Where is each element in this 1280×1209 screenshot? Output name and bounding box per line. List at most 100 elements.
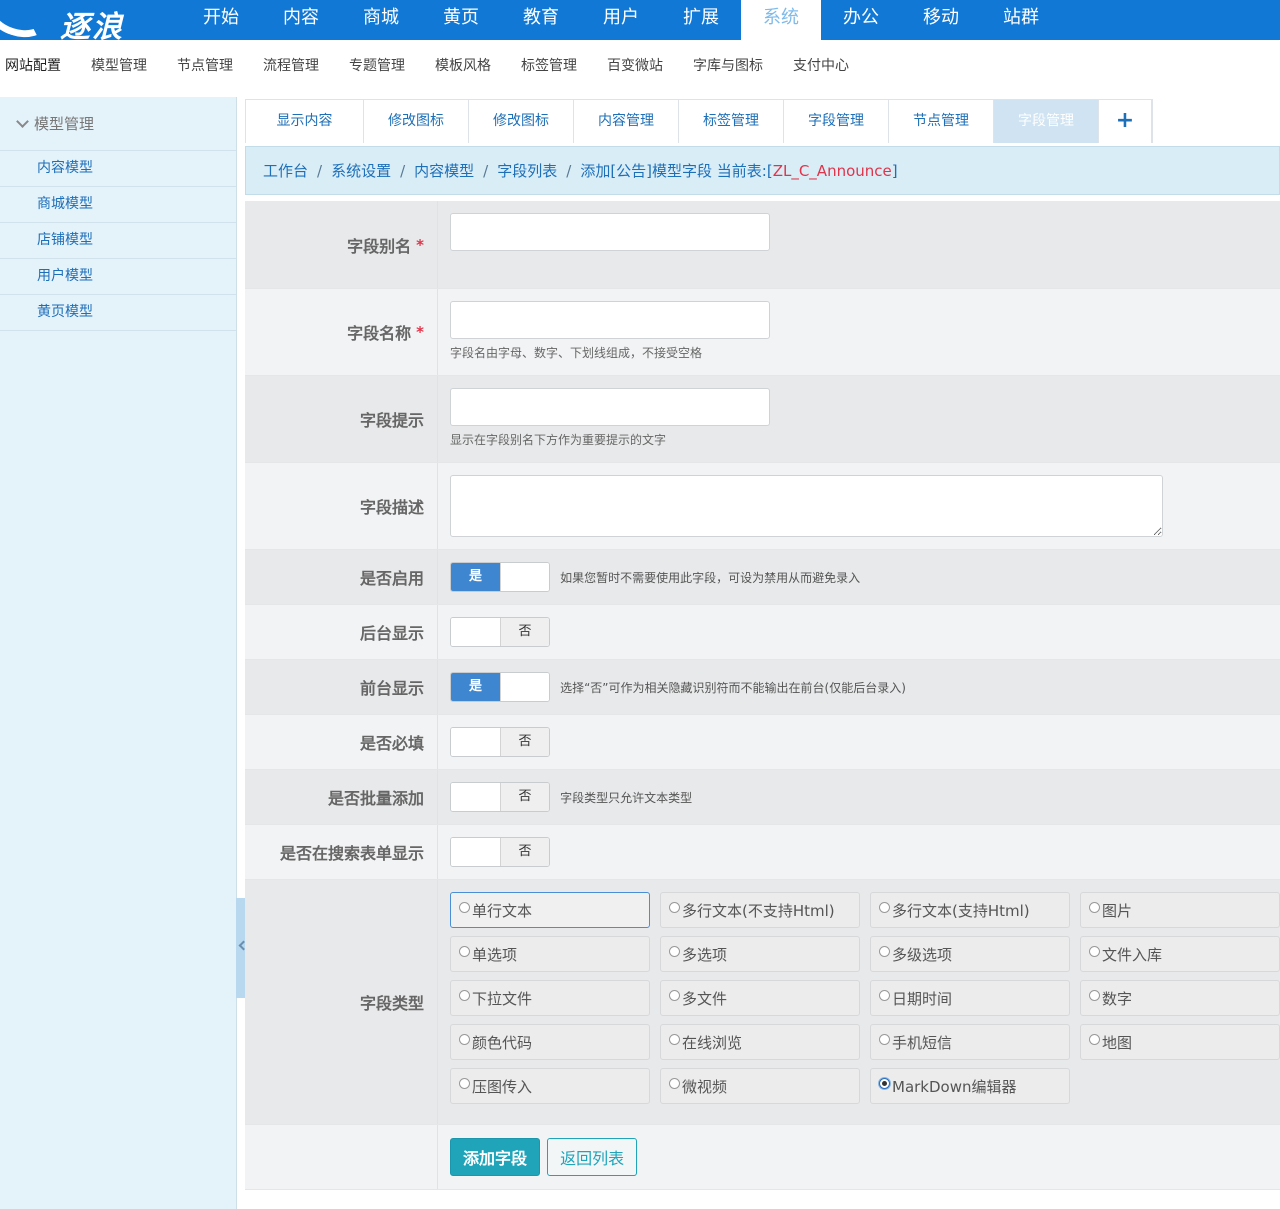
search-show-toggle[interactable]: 否 xyxy=(450,837,550,867)
topnav-item-start[interactable]: 开始 xyxy=(181,0,261,40)
radio-icon[interactable] xyxy=(879,901,890,913)
radio-icon[interactable] xyxy=(1089,989,1100,1001)
radio-icon[interactable] xyxy=(879,1077,890,1089)
tab-show-content[interactable]: 显示内容 xyxy=(246,100,364,143)
field-type-option[interactable]: 日期时间 xyxy=(870,980,1070,1016)
sidebar-item-content-model[interactable]: 内容模型 xyxy=(0,151,236,187)
radio-icon[interactable] xyxy=(879,945,890,957)
subnav-item-flow-manage[interactable]: 流程管理 xyxy=(248,55,334,75)
radio-icon[interactable] xyxy=(669,1077,680,1089)
subnav-item-font-icon[interactable]: 字库与图标 xyxy=(678,55,778,75)
tab-content-manage[interactable]: 内容管理 xyxy=(574,100,679,143)
field-type-option[interactable]: 微视频 xyxy=(660,1068,860,1104)
topnav-item-extension[interactable]: 扩展 xyxy=(661,0,741,40)
sidebar-item-store-model[interactable]: 店铺模型 xyxy=(0,223,236,259)
field-type-option-label: 手机短信 xyxy=(892,1033,953,1052)
frontend-show-toggle[interactable]: 是 xyxy=(450,672,550,702)
subnav-item-node-manage[interactable]: 节点管理 xyxy=(162,55,248,75)
field-type-option[interactable]: 在线浏览 xyxy=(660,1024,860,1060)
field-type-option[interactable]: 颜色代码 xyxy=(450,1024,650,1060)
breadcrumb-workbench[interactable]: 工作台 xyxy=(263,160,308,181)
subnav-item-payment[interactable]: 支付中心 xyxy=(778,55,864,75)
radio-icon[interactable] xyxy=(669,945,680,957)
radio-icon[interactable] xyxy=(669,901,680,913)
field-type-option-label: 日期时间 xyxy=(892,989,953,1008)
tab-edit-icon-2[interactable]: 修改图标 xyxy=(469,100,574,143)
subnav-item-micro-site[interactable]: 百变微站 xyxy=(592,55,678,75)
radio-icon[interactable] xyxy=(669,989,680,1001)
field-type-option[interactable]: MarkDown编辑器 xyxy=(870,1068,1070,1104)
topnav-item-sitegroup[interactable]: 站群 xyxy=(981,0,1061,40)
field-alias-input[interactable] xyxy=(450,213,770,251)
field-type-option[interactable]: 地图 xyxy=(1080,1024,1280,1060)
topnav-item-user[interactable]: 用户 xyxy=(581,0,661,40)
tab-edit-icon[interactable]: 修改图标 xyxy=(364,100,469,143)
subnav-item-model-manage[interactable]: 模型管理 xyxy=(76,55,162,75)
radio-icon[interactable] xyxy=(879,1033,890,1045)
batch-add-toggle[interactable]: 否 xyxy=(450,782,550,812)
radio-icon[interactable] xyxy=(459,901,470,913)
radio-icon[interactable] xyxy=(459,945,470,957)
field-type-option-label: 单选项 xyxy=(472,945,518,964)
field-name-input[interactable] xyxy=(450,301,770,339)
field-type-option[interactable]: 数字 xyxy=(1080,980,1280,1016)
field-tip-input[interactable] xyxy=(450,388,770,426)
top-menu: 开始 内容 商城 黄页 教育 用户 扩展 系统 办公 移动 站群 xyxy=(181,0,1061,40)
sidebar-item-yellowpage-model[interactable]: 黄页模型 xyxy=(0,295,236,331)
enabled-toggle[interactable]: 是 xyxy=(450,562,550,592)
topnav-item-system[interactable]: 系统 xyxy=(741,0,821,40)
field-type-option[interactable]: 下拉文件 xyxy=(450,980,650,1016)
add-tab-button[interactable]: + xyxy=(1099,100,1152,143)
subnav-item-topic-manage[interactable]: 专题管理 xyxy=(334,55,420,75)
radio-icon[interactable] xyxy=(459,989,470,1001)
add-field-button[interactable]: 添加字段 xyxy=(450,1138,541,1176)
enabled-label: 是否启用 xyxy=(245,550,438,604)
radio-icon[interactable] xyxy=(669,1033,680,1045)
topnav-item-mobile[interactable]: 移动 xyxy=(901,0,981,40)
sidebar-group-model-manage[interactable]: 模型管理 xyxy=(0,97,236,151)
tab-node-manage[interactable]: 节点管理 xyxy=(889,100,994,143)
topnav-item-office[interactable]: 办公 xyxy=(821,0,901,40)
field-type-option[interactable]: 手机短信 xyxy=(870,1024,1070,1060)
sidebar-item-shop-model[interactable]: 商城模型 xyxy=(0,187,236,223)
field-type-option[interactable]: 多级选项 xyxy=(870,936,1070,972)
radio-icon[interactable] xyxy=(1089,945,1100,957)
field-type-option[interactable]: 单行文本 xyxy=(450,892,650,928)
radio-icon[interactable] xyxy=(1089,901,1100,913)
field-type-option[interactable]: 多选项 xyxy=(660,936,860,972)
field-type-option[interactable]: 图片 xyxy=(1080,892,1280,928)
field-type-option[interactable]: 压图传入 xyxy=(450,1068,650,1104)
topnav-item-yellowpages[interactable]: 黄页 xyxy=(421,0,501,40)
breadcrumb-field-list[interactable]: 字段列表 xyxy=(497,160,557,181)
sidebar-item-user-model[interactable]: 用户模型 xyxy=(0,259,236,295)
required-toggle[interactable]: 否 xyxy=(450,727,550,757)
toggle-knob xyxy=(500,563,549,591)
breadcrumb-system-settings[interactable]: 系统设置 xyxy=(331,160,391,181)
subnav-item-template-style[interactable]: 模板风格 xyxy=(420,55,506,75)
breadcrumb-content-model[interactable]: 内容模型 xyxy=(414,160,474,181)
topnav-item-shop[interactable]: 商城 xyxy=(341,0,421,40)
tab-field-manage-active[interactable]: 字段管理 xyxy=(994,100,1099,143)
tab-tag-manage[interactable]: 标签管理 xyxy=(679,100,784,143)
field-desc-textarea[interactable] xyxy=(450,475,1163,537)
topnav-item-education[interactable]: 教育 xyxy=(501,0,581,40)
field-type-option-label: 微视频 xyxy=(682,1077,728,1096)
field-type-option[interactable]: 多文件 xyxy=(660,980,860,1016)
radio-icon[interactable] xyxy=(879,989,890,1001)
topnav-item-content[interactable]: 内容 xyxy=(261,0,341,40)
search-show-label: 是否在搜索表单显示 xyxy=(245,825,438,879)
radio-icon[interactable] xyxy=(459,1077,470,1089)
site-logo[interactable]: 逐浪 xyxy=(0,0,150,45)
radio-icon[interactable] xyxy=(1089,1033,1100,1045)
tab-field-manage[interactable]: 字段管理 xyxy=(784,100,889,143)
subnav-item-tag-manage[interactable]: 标签管理 xyxy=(506,55,592,75)
back-to-list-button[interactable]: 返回列表 xyxy=(547,1138,638,1176)
field-type-option[interactable]: 多行文本(不支持Html) xyxy=(660,892,860,928)
radio-icon[interactable] xyxy=(459,1033,470,1045)
field-type-option[interactable]: 多行文本(支持Html) xyxy=(870,892,1070,928)
field-alias-label: 字段别名 * xyxy=(245,201,438,288)
field-type-option[interactable]: 单选项 xyxy=(450,936,650,972)
subnav-item-site-config[interactable]: 网站配置 xyxy=(0,55,76,75)
backend-show-toggle[interactable]: 否 xyxy=(450,617,550,647)
field-type-option[interactable]: 文件入库 xyxy=(1080,936,1280,972)
